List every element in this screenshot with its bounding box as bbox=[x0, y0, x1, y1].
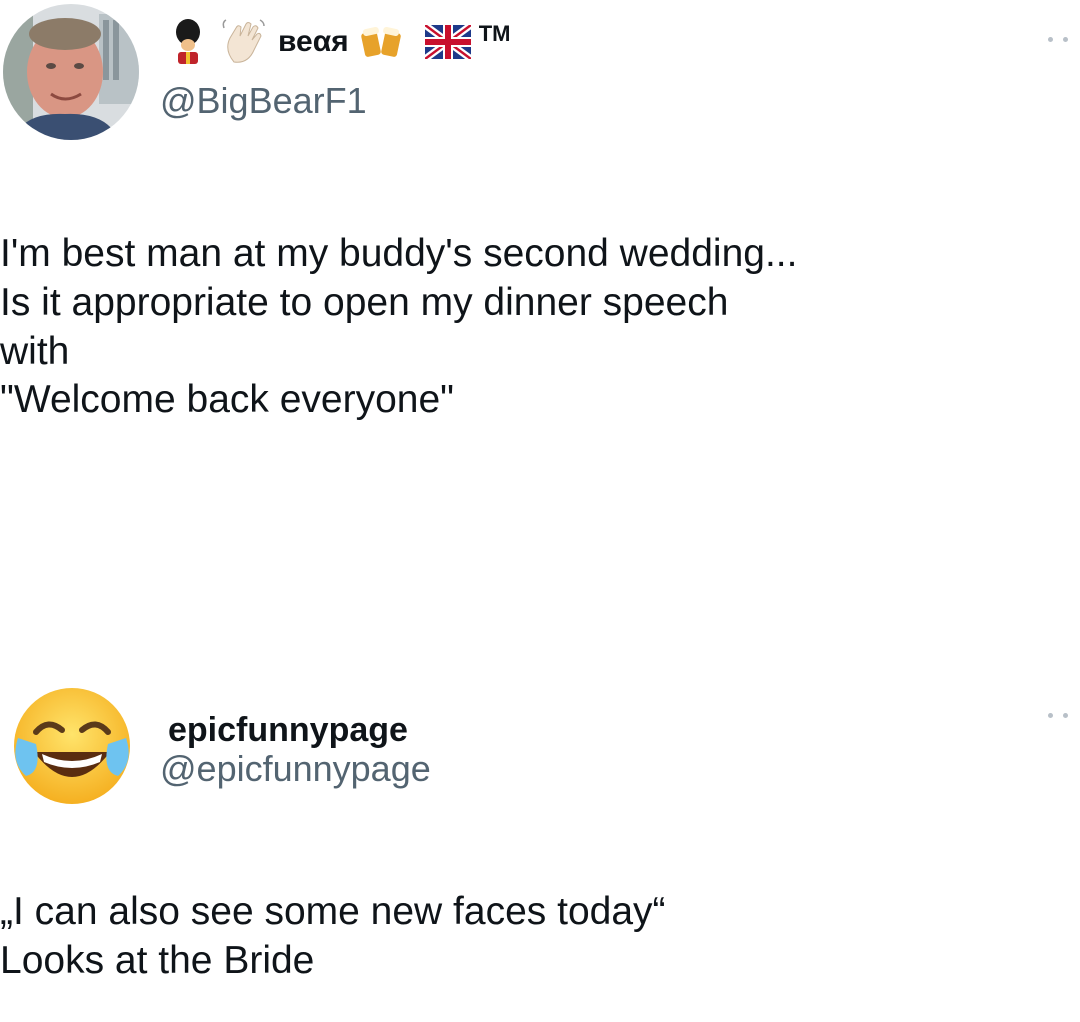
dot-icon bbox=[1048, 712, 1053, 718]
avatar[interactable] bbox=[8, 682, 134, 808]
tweet-text-line: „I can also see some new faces today“ bbox=[0, 890, 666, 933]
tweet-text-line: I'm best man at my buddy's second weddin… bbox=[0, 232, 798, 275]
waving-hand-emoji-icon bbox=[222, 19, 265, 63]
avatar[interactable] bbox=[3, 4, 139, 140]
tweet-text-line: "Welcome back everyone" bbox=[0, 378, 455, 422]
more-options-button[interactable] bbox=[1048, 710, 1068, 720]
tweet: epicfunnypage @epicfunnypage „I can also… bbox=[0, 680, 1080, 1022]
tears-of-joy-emoji-icon bbox=[14, 688, 130, 804]
tweet-text-line: Is it appropriate to open my dinner spee… bbox=[0, 280, 729, 324]
dot-icon bbox=[1048, 36, 1053, 42]
tweet-text: „I can also see some new faces today“ Lo… bbox=[0, 888, 1080, 986]
handle[interactable]: @BigBearF1 bbox=[160, 80, 367, 122]
tweet-text-line: with bbox=[0, 329, 70, 373]
display-name[interactable]: веαя bbox=[278, 25, 349, 59]
more-options-button[interactable] bbox=[1048, 34, 1068, 44]
display-name[interactable]: epicfunnypage bbox=[168, 711, 408, 750]
beer-mugs-emoji-icon bbox=[360, 26, 401, 57]
dot-icon bbox=[1063, 712, 1068, 718]
tweet-text-line: Looks at the Bride bbox=[0, 938, 315, 982]
dot-icon bbox=[1063, 36, 1068, 42]
tweet: веαя TM @BigBearF1 I'm best man at my bu… bbox=[0, 0, 1080, 600]
name-row: веαя TM bbox=[168, 12, 510, 72]
tweet-text: I'm best man at my buddy's second weddin… bbox=[0, 230, 1080, 425]
uk-flag-emoji-icon bbox=[424, 25, 471, 59]
profile-photo-icon bbox=[3, 4, 139, 140]
trademark-label: TM bbox=[478, 21, 511, 46]
handle[interactable]: @epicfunnypage bbox=[160, 748, 431, 790]
guard-emoji-icon bbox=[176, 19, 200, 64]
